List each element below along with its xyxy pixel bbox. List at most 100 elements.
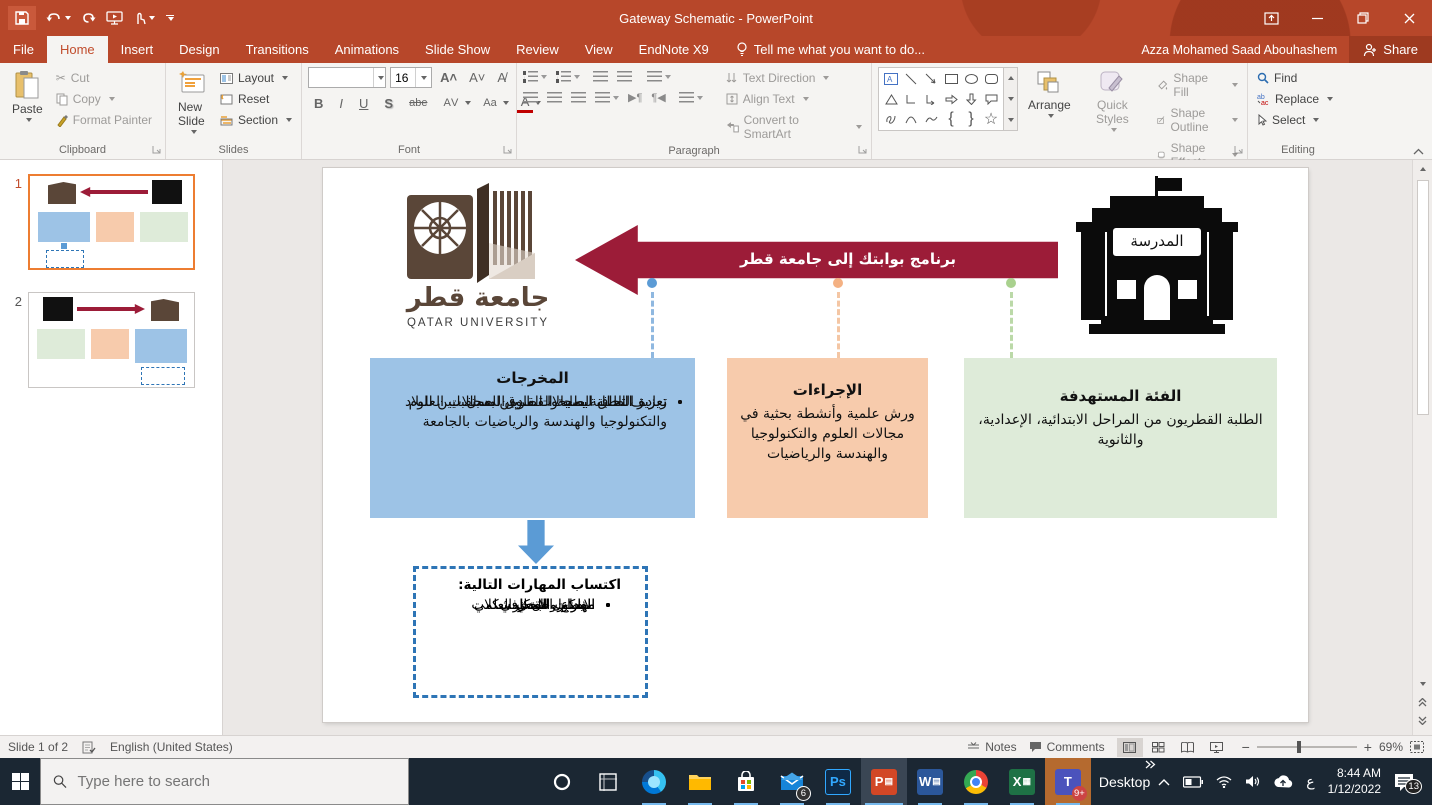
- customize-qat-button[interactable]: [165, 15, 174, 22]
- shape-arc-icon[interactable]: [901, 109, 921, 129]
- shape-outline-button[interactable]: Shape Outline: [1154, 104, 1241, 136]
- text-direction-dropdown[interactable]: [823, 76, 829, 80]
- paste-dropdown[interactable]: [26, 118, 32, 122]
- outputs-box[interactable]: المخرجات زيادة التحاق الطلبة القطريين بم…: [370, 358, 695, 518]
- replace-button[interactable]: abac Replace: [1254, 90, 1336, 108]
- slide-1-preview[interactable]: [28, 174, 195, 270]
- minimize-button[interactable]: [1294, 0, 1340, 36]
- font-name-dropdown[interactable]: [373, 68, 385, 87]
- shape-left-brace-icon[interactable]: {: [941, 109, 961, 129]
- slide-indicator[interactable]: Slide 1 of 2: [8, 740, 68, 754]
- tab-home[interactable]: Home: [47, 36, 108, 63]
- paste-button[interactable]: Paste: [6, 67, 49, 125]
- columns-button[interactable]: [679, 92, 694, 104]
- teams-button[interactable]: T 9+: [1045, 758, 1091, 805]
- shape-line-icon[interactable]: [901, 69, 921, 89]
- numbering-dropdown[interactable]: [574, 75, 580, 79]
- italic-button[interactable]: I: [335, 94, 347, 113]
- target-box[interactable]: الفئة المستهدفة الطلبة القطريون من المرا…: [964, 358, 1277, 518]
- taskbar-search-box[interactable]: [40, 758, 408, 805]
- battery-icon[interactable]: [1183, 776, 1203, 788]
- quick-styles-button[interactable]: Quick Styles: [1081, 67, 1144, 135]
- file-explorer-button[interactable]: [677, 758, 723, 805]
- shape-callout-icon[interactable]: [981, 89, 1001, 109]
- shape-arrow-icon[interactable]: [921, 69, 941, 89]
- undo-button[interactable]: [46, 11, 71, 25]
- shape-textbox-icon[interactable]: A: [881, 69, 901, 89]
- convert-smartart-dropdown[interactable]: [856, 125, 862, 129]
- section-button[interactable]: Section: [217, 111, 295, 129]
- shape-fill-dropdown[interactable]: [1232, 83, 1238, 87]
- slide-1[interactable]: جامعة قطر QATAR UNIVERSITY برنامج بوابتك…: [323, 168, 1308, 722]
- powerpoint-button[interactable]: P▤: [861, 758, 907, 805]
- arrange-button[interactable]: Arrange: [1022, 67, 1077, 121]
- increase-font-size-button[interactable]: A˄: [436, 68, 461, 87]
- align-center-button[interactable]: [547, 92, 562, 104]
- skills-box[interactable]: اكتساب المهارات التالية: مهارات البحث ال…: [413, 566, 648, 698]
- shape-elbow-icon[interactable]: [901, 89, 921, 109]
- tab-endnote[interactable]: EndNote X9: [626, 36, 722, 63]
- align-left-button[interactable]: [523, 92, 538, 104]
- normal-view-button[interactable]: [1117, 738, 1143, 757]
- font-size-dropdown[interactable]: [415, 68, 429, 87]
- slide-2-preview[interactable]: [28, 292, 195, 388]
- notes-button[interactable]: Notes: [967, 740, 1016, 754]
- shapes-scroll-down[interactable]: [1004, 89, 1017, 110]
- taskbar-clock[interactable]: 8:44 AM 1/12/2022: [1328, 766, 1381, 797]
- volume-icon[interactable]: [1245, 775, 1260, 788]
- store-button[interactable]: [723, 758, 769, 805]
- layout-button[interactable]: Layout: [217, 69, 295, 87]
- copy-button[interactable]: Copy: [53, 90, 155, 108]
- zoom-in-button[interactable]: +: [1364, 739, 1372, 755]
- font-size-input[interactable]: [391, 68, 415, 87]
- shape-right-brace-icon[interactable]: }: [961, 109, 981, 129]
- justify-dropdown[interactable]: [613, 96, 619, 100]
- underline-button[interactable]: U: [355, 94, 372, 113]
- shape-down-arrow-icon[interactable]: [961, 89, 981, 109]
- tab-review[interactable]: Review: [503, 36, 572, 63]
- comments-button[interactable]: Comments: [1029, 740, 1105, 754]
- previous-slide-button[interactable]: [1413, 693, 1432, 711]
- copy-dropdown[interactable]: [109, 97, 115, 101]
- bullets-button[interactable]: [523, 71, 538, 83]
- touch-mode-dropdown[interactable]: [149, 16, 155, 20]
- restore-button[interactable]: [1340, 0, 1386, 36]
- qatar-university-logo[interactable]: جامعة قطر QATAR UNIVERSITY: [393, 183, 563, 341]
- tab-animations[interactable]: Animations: [322, 36, 412, 63]
- action-center-button[interactable]: 13: [1394, 773, 1422, 791]
- desktop-toolbar[interactable]: Desktop: [1091, 758, 1158, 805]
- ribbon-display-options-button[interactable]: [1248, 0, 1294, 36]
- character-spacing-dropdown[interactable]: [465, 101, 471, 105]
- mail-button[interactable]: 6: [769, 758, 815, 805]
- word-button[interactable]: W▤: [907, 758, 953, 805]
- increase-indent-button[interactable]: [617, 71, 632, 83]
- clear-formatting-button[interactable]: A̸: [493, 68, 510, 87]
- paragraph-dialog-launcher[interactable]: [858, 145, 868, 155]
- cortana-button[interactable]: [539, 758, 585, 805]
- wifi-icon[interactable]: [1216, 776, 1232, 788]
- next-slide-button[interactable]: [1413, 711, 1432, 729]
- zoom-level[interactable]: 69%: [1379, 740, 1403, 754]
- font-size-combo[interactable]: [390, 67, 432, 88]
- shapes-scroll-up[interactable]: [1004, 68, 1017, 89]
- spellcheck-icon[interactable]: [82, 741, 96, 754]
- tab-insert[interactable]: Insert: [108, 36, 167, 63]
- numbering-button[interactable]: [556, 71, 571, 83]
- line-spacing-button[interactable]: [647, 71, 662, 83]
- select-dropdown[interactable]: [1313, 118, 1319, 122]
- shape-curve-icon[interactable]: [921, 109, 941, 129]
- reading-view-button[interactable]: [1175, 738, 1201, 757]
- drawing-dialog-launcher[interactable]: [1234, 145, 1244, 155]
- select-button[interactable]: Select: [1254, 111, 1336, 129]
- shapes-more-button[interactable]: [1004, 109, 1017, 130]
- share-button[interactable]: Share: [1349, 36, 1432, 63]
- layout-dropdown[interactable]: [282, 76, 288, 80]
- language-indicator[interactable]: English (United States): [110, 740, 233, 754]
- zoom-slider-thumb[interactable]: [1297, 741, 1301, 753]
- character-spacing-button[interactable]: AV: [439, 95, 463, 111]
- clipboard-dialog-launcher[interactable]: [152, 145, 162, 155]
- align-text-dropdown[interactable]: [803, 97, 809, 101]
- scroll-down-button[interactable]: [1413, 675, 1432, 693]
- edge-button[interactable]: [631, 758, 677, 805]
- fit-slide-to-window-button[interactable]: [1410, 741, 1424, 753]
